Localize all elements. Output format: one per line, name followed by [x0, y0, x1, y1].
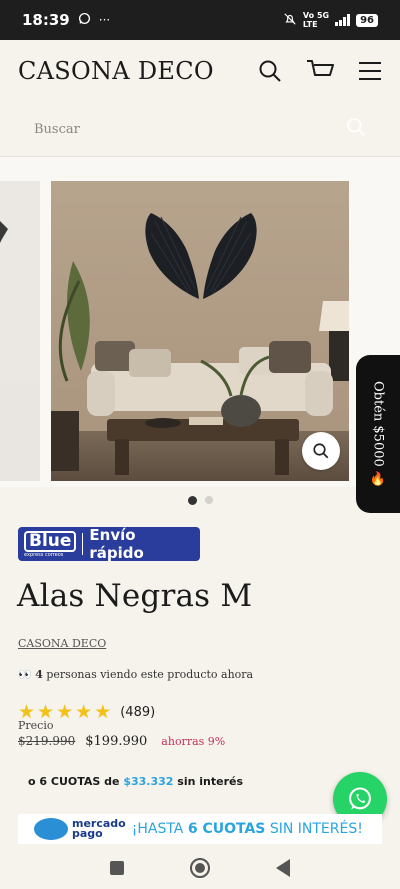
product-image[interactable] [51, 181, 349, 481]
viewers-count: 4 [35, 668, 43, 681]
promo-tab-label: Obtén $5000 🔥 [370, 381, 386, 487]
search-icon[interactable] [258, 59, 282, 83]
star-icon: ★ [75, 701, 93, 723]
system-navigation-bar [0, 846, 400, 889]
status-left: 18:39 ··· [22, 11, 110, 29]
mercadopago-banner: mercado pago ¡HASTA 6 CUOTAS SIN INTERÉS! [18, 814, 382, 844]
installments-amount: $33.332 [123, 775, 174, 788]
price-block: $219.990 $199.990 ahorras 9% [18, 734, 225, 749]
mercadopago-logo: mercado pago [34, 818, 126, 840]
signal-icon [335, 14, 351, 26]
status-time: 18:39 [22, 11, 70, 29]
star-icon: ★ [94, 701, 112, 723]
badge-separator [82, 533, 84, 555]
whatsapp-notification-icon [78, 12, 91, 28]
viewers-text: personas viendo este producto ahora [46, 668, 254, 681]
sale-price: $199.990 [85, 734, 148, 749]
savings-badge: ahorras 9% [161, 735, 226, 748]
blue-logo-subtext: express correos [24, 551, 64, 558]
mercadopago-text: ¡HASTA 6 CUOTAS SIN INTERÉS! [131, 821, 363, 837]
installments-info: o 6 CUOTAS de $33.332 sin interés [28, 775, 243, 788]
recents-button[interactable] [110, 860, 124, 875]
network-top-label: Vo 5G [302, 11, 330, 20]
compare-at-price: $219.990 [18, 734, 76, 748]
gallery-dot-2[interactable] [204, 496, 213, 504]
network-indicator: Vo 5G LTE [303, 11, 329, 29]
shipping-badge: Blue express correos Envío rápido [18, 526, 200, 562]
gallery-pagination [0, 495, 400, 505]
star-icon: ★ [56, 701, 74, 723]
cart-icon[interactable] [306, 59, 334, 83]
search-submit-icon[interactable] [346, 117, 366, 141]
search-input[interactable] [34, 121, 294, 137]
whatsapp-icon [349, 787, 371, 810]
previous-slide-image[interactable] [0, 181, 40, 481]
site-header: CASONA DECO [0, 40, 400, 102]
product-gallery[interactable] [0, 157, 400, 487]
promo-tab[interactable]: Obtén $5000 🔥 [356, 355, 400, 513]
handshake-icon [34, 818, 68, 840]
blue-logo-text: Blue [24, 530, 77, 552]
mercadopago-wordmark: mercado pago [72, 817, 126, 840]
installments-prefix: o 6 CUOTAS de [28, 775, 120, 788]
back-button[interactable] [276, 858, 290, 877]
product-title: Alas Negras M [17, 578, 253, 614]
header-actions [258, 59, 382, 83]
zoom-button[interactable] [302, 432, 340, 470]
mute-icon [283, 12, 297, 29]
more-notifications-icon: ··· [98, 13, 111, 27]
home-button[interactable] [190, 857, 210, 878]
zoom-icon [313, 443, 329, 459]
rating-count: (489) [120, 705, 156, 720]
shipping-badge-text: Envío rápido [89, 526, 144, 562]
battery-icon: 96 [356, 13, 378, 27]
eyes-icon: 👀 [18, 668, 32, 681]
status-bar: 18:39 ··· Vo 5G LTE 96 [0, 0, 400, 40]
menu-icon[interactable] [358, 61, 382, 81]
blue-express-logo: Blue express correos [24, 530, 77, 558]
status-right: Vo 5G LTE 96 [283, 11, 378, 29]
gallery-dot-1[interactable] [187, 495, 197, 505]
network-bottom-label: LTE [302, 20, 318, 29]
price-label: Precio [18, 719, 54, 732]
viewers-notice: 👀 4 personas viendo este producto ahora [18, 668, 253, 681]
search-bar [0, 102, 400, 156]
product-vendor-link[interactable]: CASONA DECO [18, 637, 106, 650]
installments-suffix: sin interés [177, 775, 244, 788]
brand-logo[interactable]: CASONA DECO [18, 57, 214, 85]
